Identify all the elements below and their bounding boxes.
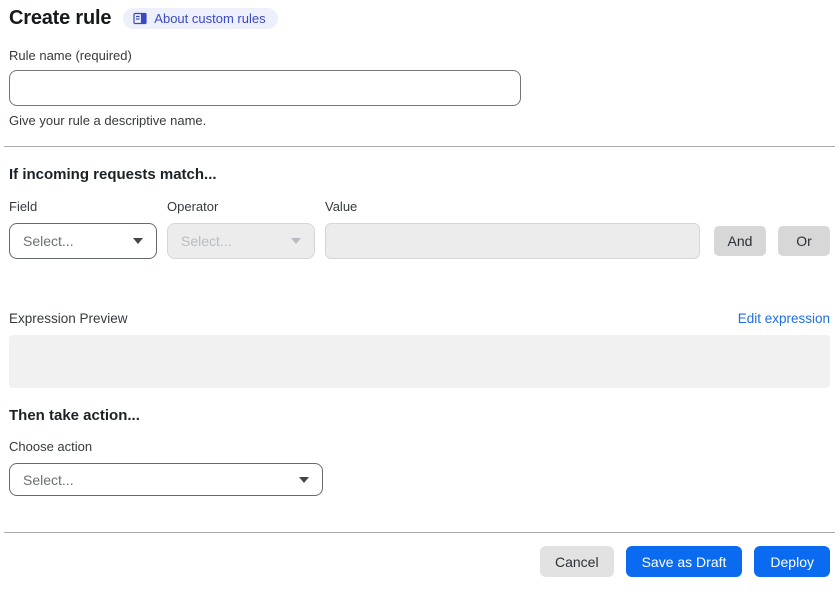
match-section-heading: If incoming requests match... (9, 166, 217, 183)
choose-action-label: Choose action (9, 439, 93, 454)
save-as-draft-button[interactable]: Save as Draft (625, 546, 743, 577)
operator-select-value: Select... (181, 233, 232, 249)
chevron-down-icon (299, 476, 309, 483)
field-select[interactable]: Select... (9, 223, 157, 259)
footer-actions: Cancel Save as Draft Deploy (9, 533, 830, 577)
expression-preview-label: Expression Preview (9, 311, 128, 326)
expression-preview-box (9, 335, 830, 388)
field-label: Field (9, 199, 38, 214)
title-row: Create rule About custom rules (9, 0, 830, 29)
book-icon (133, 12, 147, 25)
edit-expression-link[interactable]: Edit expression (738, 311, 830, 326)
connector-buttons: And Or (714, 226, 830, 259)
choose-action-select-value: Select... (23, 471, 74, 488)
choose-action-select[interactable]: Select... (9, 463, 323, 496)
expression-preview-row: Expression Preview Edit expression (9, 311, 830, 326)
value-label: Value (325, 199, 358, 214)
rule-name-helper: Give your rule a descriptive name. (9, 113, 207, 128)
chevron-down-icon (133, 238, 143, 244)
cancel-button[interactable]: Cancel (539, 546, 614, 577)
chevron-down-icon (291, 238, 301, 244)
about-custom-rules-link[interactable]: About custom rules (123, 7, 278, 29)
page-title: Create rule (9, 6, 112, 29)
match-condition-row: Field Select... Operator Select... Value (9, 199, 830, 259)
value-input (325, 223, 700, 259)
create-rule-page: Create rule About custom rules Rule name… (0, 0, 839, 577)
operator-select: Select... (167, 223, 315, 259)
operator-label: Operator (167, 199, 219, 214)
value-column: Value (325, 199, 700, 259)
field-select-value: Select... (23, 233, 74, 249)
rule-name-label: Rule name (required) (9, 48, 132, 63)
about-custom-rules-label: About custom rules (154, 10, 266, 26)
or-button[interactable]: Or (778, 226, 830, 256)
deploy-button[interactable]: Deploy (754, 546, 830, 577)
action-section-heading: Then take action... (9, 407, 140, 424)
and-button[interactable]: And (714, 226, 766, 256)
field-column: Field Select... (9, 199, 157, 259)
rule-name-input[interactable] (9, 70, 521, 106)
operator-column: Operator Select... (167, 199, 315, 259)
section-divider (4, 146, 835, 147)
